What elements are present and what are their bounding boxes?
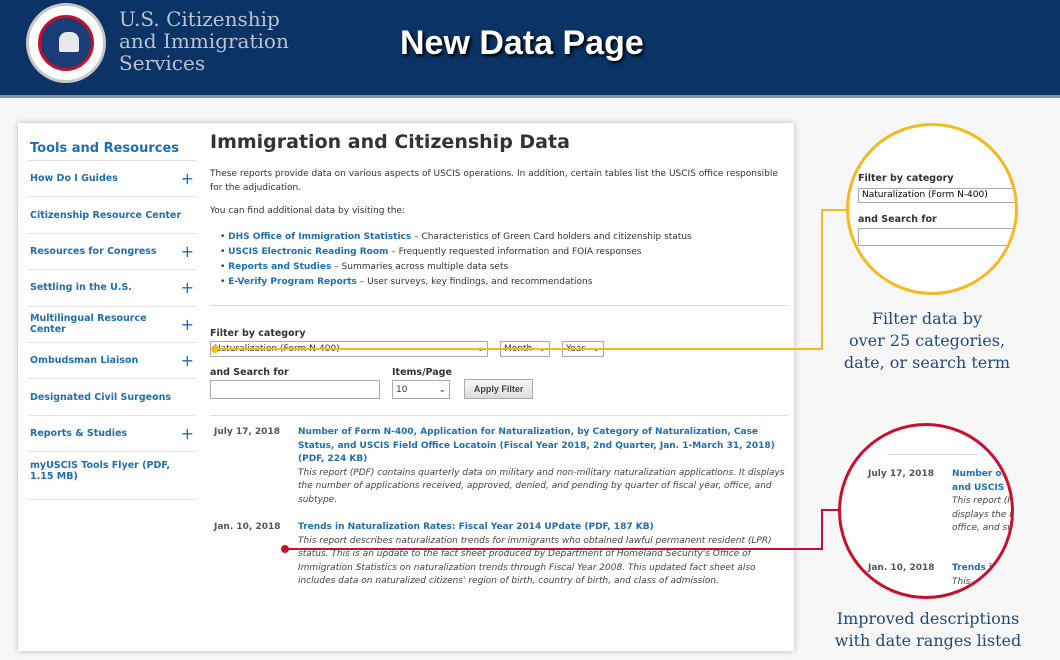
resource-link-desc: – Summaries across multiple data sets (331, 262, 509, 272)
additional-text: You can find additional data by visiting… (210, 206, 406, 216)
zoom-title: Trends i (952, 563, 993, 573)
apply-filter-button[interactable]: Apply Filter (463, 379, 534, 399)
site-header: U.S. Citizenship and Immigration Service… (0, 0, 1060, 98)
sidebar-item[interactable]: myUSCIS Tools Flyer (PDF, 1.15 MB) (28, 452, 196, 501)
results-list: July 17, 2018 Number of Form N-400, Appli… (210, 426, 788, 589)
result-item: Jan. 10, 2018 Trends in Naturalization Ra… (210, 521, 788, 589)
zoom-desc: office, and su (952, 523, 1013, 533)
result-date: Jan. 10, 2018 (214, 522, 281, 532)
sidebar-item[interactable]: Multilingual Resource Center + (28, 307, 196, 343)
sidebar: Tools and Resources How Do I Guides + Citi… (28, 135, 196, 501)
zoom-title: Number of (952, 469, 1006, 479)
zoom-desc: displays the n (952, 509, 1014, 520)
plus-icon[interactable]: + (181, 351, 194, 370)
sidebar-item-label: Reports & Studies (30, 427, 128, 439)
zoom-search-input (858, 228, 1015, 246)
result-description: This report (PDF) contains quarterly dat… (298, 467, 785, 505)
result-description: This report describes naturalization tre… (298, 535, 772, 587)
zoom-result-item: Jan. 10, 2018 Trends i This (868, 562, 1011, 589)
dhs-seal-logo[interactable] (26, 3, 106, 83)
sidebar-item[interactable]: How Do I Guides + (28, 161, 196, 198)
uscis-brand[interactable]: U.S. Citizenship and Immigration Service… (119, 8, 289, 74)
results-zoom-callout: July 17, 2018 Number of and USCIS F This re… (838, 423, 1014, 599)
sidebar-item[interactable]: Resources for Congress + (28, 234, 196, 271)
sidebar-item[interactable]: Settling in the U.S. + (28, 270, 196, 307)
resource-link-item: Reports and Studies – Summaries across m… (220, 262, 788, 272)
zoom-result-item: July 17, 2018 Number of and USCIS F This re… (868, 468, 1014, 536)
sidebar-item[interactable]: Designated Civil Surgeons (28, 379, 196, 416)
caption-line: with date ranges listed (834, 631, 1022, 650)
resource-link[interactable]: E-Verify Program Reports (228, 277, 357, 287)
resource-link[interactable]: DHS Office of Immigration Statistics (228, 232, 411, 242)
plus-icon[interactable]: + (181, 169, 194, 188)
intro-text: These reports provide data on various as… (210, 169, 778, 193)
sidebar-title: Tools and Resources (28, 135, 196, 161)
zoom-desc: This report (P (952, 496, 1013, 506)
sidebar-item[interactable]: Citizenship Resource Center (28, 197, 196, 234)
search-input[interactable] (210, 380, 380, 399)
zoom-desc: This (952, 576, 971, 587)
resource-link-desc: – Frequently requested information and F… (388, 247, 642, 257)
results-callout-caption: Improved descriptions with date ranges l… (817, 608, 1039, 652)
sidebar-item-label: How Do I Guides (30, 173, 118, 185)
result-item: July 17, 2018 Number of Form N-400, Appli… (210, 426, 788, 507)
sidebar-item-label: myUSCIS Tools Flyer (PDF, 1.15 MB) (30, 460, 170, 483)
sidebar-item-label: Citizenship Resource Center (30, 209, 182, 221)
caption-line: Improved descriptions (836, 609, 1020, 628)
search-label: and Search for (210, 367, 289, 378)
chevron-down-icon: ⌄ (438, 384, 446, 395)
page-banner-title: New Data Page (400, 24, 644, 62)
main-content: Immigration and Citizenship Data These r… (210, 131, 788, 603)
caption-line: Filter data by (871, 309, 983, 328)
resource-link-desc: – Characteristics of Green Card holders … (411, 232, 692, 242)
result-title-link[interactable]: Number of Form N-400, Application for Na… (298, 426, 788, 467)
brand-line: Services (119, 51, 206, 75)
items-value: 10 (396, 384, 408, 395)
filter-zoom-callout: Filter by category Naturalization (Form … (846, 123, 1018, 295)
filter-category-label: Filter by category (210, 328, 306, 339)
plus-icon[interactable]: + (181, 278, 194, 297)
resource-link[interactable]: Reports and Studies (228, 262, 331, 272)
zoom-category-label: Filter by category (858, 173, 954, 184)
callout-line (215, 348, 823, 350)
caption-line: date, or search term (843, 353, 1011, 372)
resource-link-item: USCIS Electronic Reading Room – Frequent… (220, 247, 788, 257)
sidebar-item[interactable]: Reports & Studies + (28, 416, 196, 453)
zoom-category-value: Naturalization (Form N-400) (858, 188, 1015, 203)
items-per-page-select[interactable]: 10 ⌄ (392, 380, 450, 399)
brand-line: U.S. Citizenship (119, 7, 280, 31)
sidebar-item-label: Resources for Congress (30, 245, 157, 257)
sidebar-item-label: Designated Civil Surgeons (30, 391, 172, 403)
sidebar-item-label: Settling in the U.S. (30, 282, 132, 294)
resource-link-item: E-Verify Program Reports – User surveys,… (220, 277, 788, 287)
resource-link-item: DHS Office of Immigration Statistics – C… (220, 232, 788, 242)
filter-callout-caption: Filter data by over 25 categories, date,… (817, 308, 1037, 374)
page-title: Immigration and Citizenship Data (210, 131, 570, 153)
plus-icon[interactable]: + (181, 424, 194, 443)
zoom-date: Jan. 10, 2018 (868, 563, 935, 573)
sidebar-item[interactable]: Ombudsman Liaison + (28, 343, 196, 380)
zoom-date: July 17, 2018 (868, 469, 934, 479)
callout-line (285, 548, 823, 550)
page-card: Tools and Resources How Do I Guides + Citi… (18, 123, 794, 651)
sidebar-item-label: Multilingual Resource Center (30, 313, 147, 336)
plus-icon[interactable]: + (181, 315, 194, 334)
sidebar-item-label: Ombudsman Liaison (30, 355, 139, 367)
items-per-page-label: Items/Page (392, 367, 452, 378)
zoom-search-label: and Search for (858, 214, 937, 225)
resource-links: DHS Office of Immigration Statistics – C… (220, 232, 788, 287)
brand-line: and Immigration (119, 29, 289, 53)
zoom-title: and USCIS F (952, 482, 1014, 493)
resource-link[interactable]: USCIS Electronic Reading Room (228, 247, 388, 257)
result-date: July 17, 2018 (214, 427, 280, 437)
resource-link-desc: – User surveys, key findings, and recomm… (356, 277, 593, 287)
plus-icon[interactable]: + (181, 242, 194, 261)
callout-line (821, 509, 823, 550)
result-title-link[interactable]: Trends in Naturalization Rates: Fiscal Y… (298, 521, 788, 535)
caption-line: over 25 categories, (848, 331, 1006, 350)
